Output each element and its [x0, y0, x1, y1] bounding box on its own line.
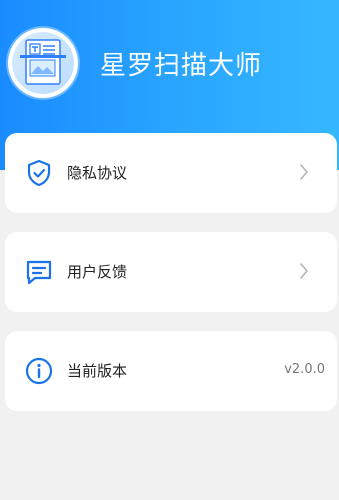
message-icon [26, 260, 52, 285]
shield-check-icon [27, 159, 51, 187]
document-scan-logo-icon [20, 39, 66, 85]
chevron-right-icon [300, 263, 308, 279]
info-icon [25, 357, 53, 385]
app-title: 星罗扫描大师 [100, 51, 263, 81]
user-feedback-item[interactable]: 用户反馈 [5, 232, 337, 312]
chevron-right-icon [300, 164, 308, 180]
privacy-policy-label: 隐私协议 [67, 164, 128, 182]
version-number: v2.0.0 [284, 362, 325, 377]
current-version-item: 当前版本 v2.0.0 [5, 331, 337, 411]
app-logo [8, 28, 78, 98]
user-feedback-label: 用户反馈 [67, 263, 128, 281]
privacy-policy-item[interactable]: 隐私协议 [5, 133, 337, 213]
current-version-label: 当前版本 [67, 362, 128, 380]
